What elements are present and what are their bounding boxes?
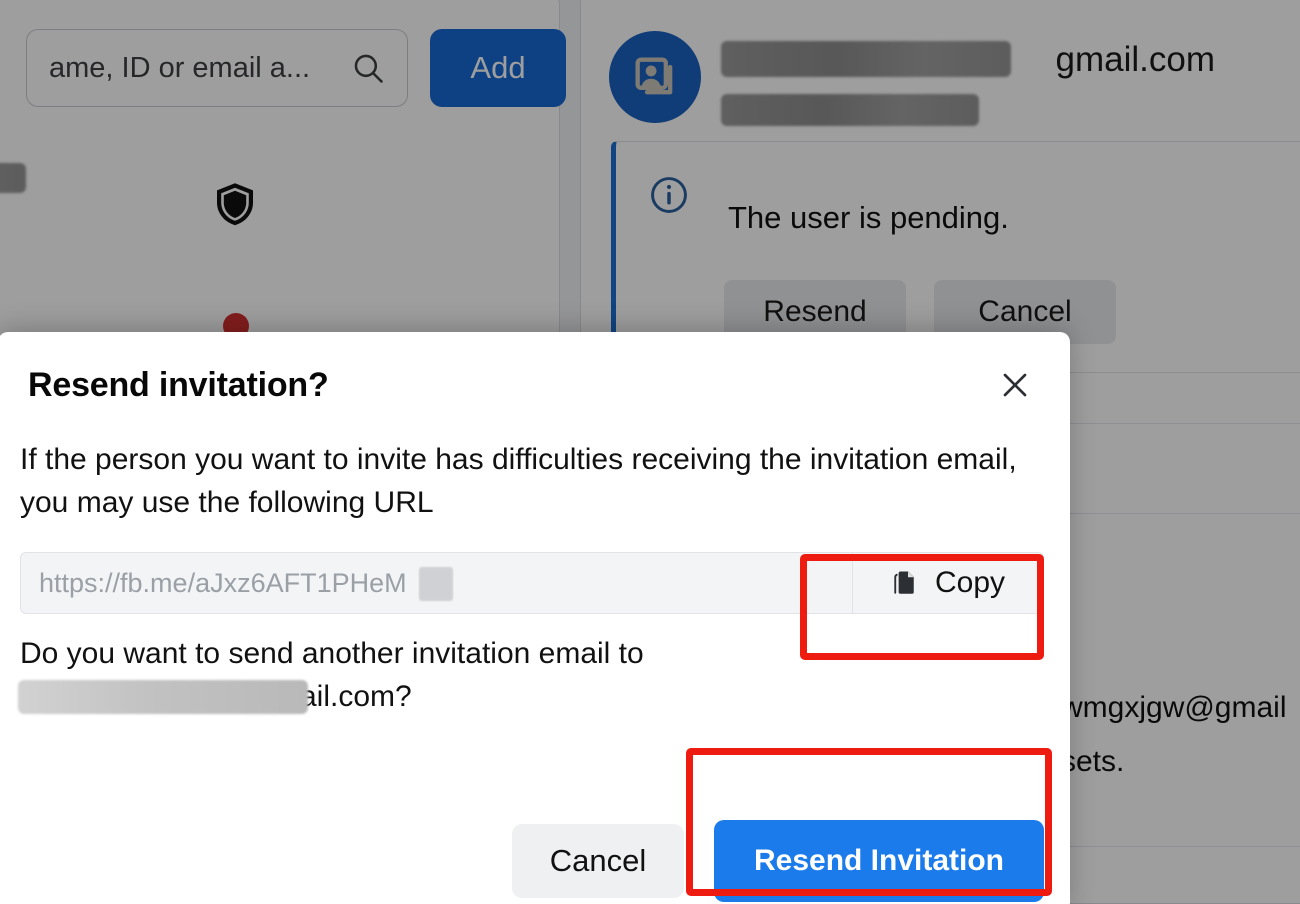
dialog-question: Do you want to send another invitation e… bbox=[18, 632, 1020, 718]
dialog-footer: Cancel Resend Invitation bbox=[512, 820, 1044, 902]
cancel-button[interactable]: Cancel bbox=[512, 824, 684, 898]
copy-icon bbox=[894, 571, 914, 594]
resend-invitation-button[interactable]: Resend Invitation bbox=[714, 820, 1044, 902]
invitation-url-text: https://fb.me/aJxz6AFT1PHeM bbox=[39, 567, 407, 598]
dialog-question-line1: Do you want to send another invitation e… bbox=[20, 637, 644, 670]
redacted-recipient-email bbox=[18, 680, 308, 714]
redacted-url-tail bbox=[419, 567, 453, 601]
close-icon bbox=[1003, 373, 1027, 397]
dialog-body: If the person you want to invite has dif… bbox=[0, 438, 1070, 718]
dialog-header: Resend invitation? bbox=[0, 332, 1070, 438]
invitation-url-input[interactable]: https://fb.me/aJxz6AFT1PHeM bbox=[20, 552, 852, 614]
close-button[interactable] bbox=[988, 358, 1042, 412]
resend-invitation-dialog: Resend invitation? If the person you wan… bbox=[0, 332, 1070, 904]
dialog-title: Resend invitation? bbox=[28, 365, 329, 404]
invitation-url-row: https://fb.me/aJxz6AFT1PHeM Copy bbox=[20, 552, 1044, 614]
app-root: ame, ID or email a... Add gmail.com The … bbox=[0, 0, 1300, 904]
copy-button[interactable]: Copy bbox=[852, 552, 1044, 614]
dialog-description: If the person you want to invite has dif… bbox=[20, 443, 1017, 519]
copy-button-label: Copy bbox=[934, 566, 1006, 599]
